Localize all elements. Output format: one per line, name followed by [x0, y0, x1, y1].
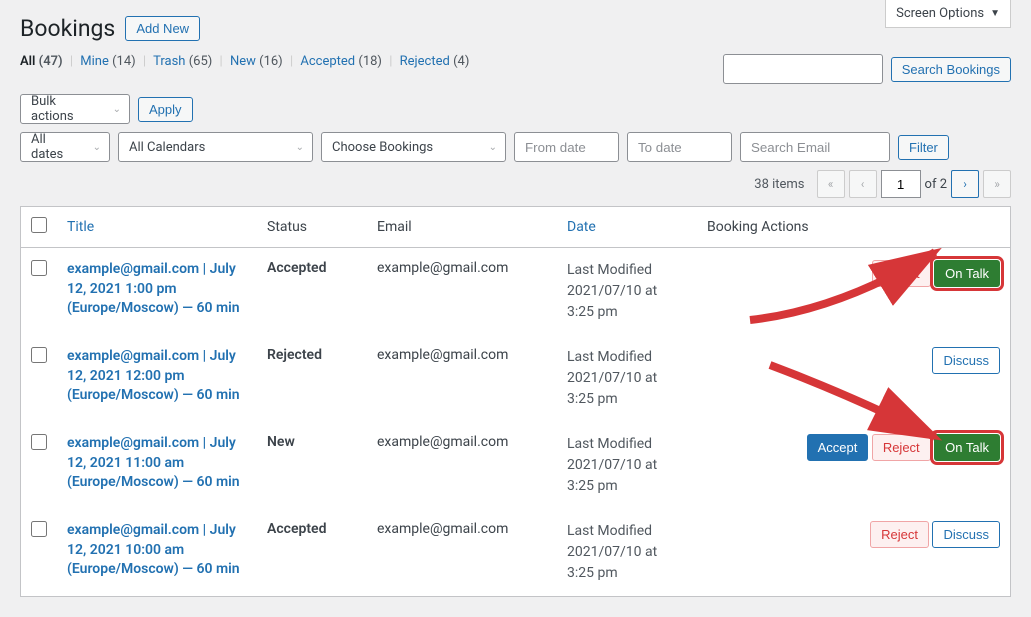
bookings-select[interactable]: Choose Bookings⌄	[321, 132, 506, 162]
status-cell: Accepted	[257, 509, 367, 596]
table-row: example@gmail.com | July 12, 2021 10:00 …	[21, 509, 1010, 596]
screen-options-label: Screen Options	[896, 6, 984, 21]
email-cell: example@gmail.com	[367, 422, 557, 509]
discuss-button[interactable]: Discuss	[932, 347, 1000, 374]
booking-title-link[interactable]: example@gmail.com | July 12, 2021 1:00 p…	[67, 260, 247, 319]
first-page-button[interactable]: «	[817, 170, 845, 198]
from-date-input[interactable]	[514, 132, 619, 162]
col-email: Email	[367, 207, 557, 248]
status-cell: New	[257, 422, 367, 509]
filter-trash[interactable]: Trash (65)	[153, 54, 212, 69]
booking-title-link[interactable]: example@gmail.com | July 12, 2021 12:00 …	[67, 347, 247, 406]
email-cell: example@gmail.com	[367, 335, 557, 422]
calendars-select[interactable]: All Calendars⌄	[118, 132, 313, 162]
booking-title-link[interactable]: example@gmail.com | July 12, 2021 10:00 …	[67, 521, 247, 580]
select-all-checkbox[interactable]	[31, 217, 47, 233]
bookings-table: Title Status Email Date Booking Actions …	[20, 206, 1011, 597]
actions-cell: Reject Discuss	[697, 509, 1010, 596]
email-cell: example@gmail.com	[367, 248, 557, 335]
discuss-button[interactable]: Discuss	[932, 521, 1000, 548]
col-status: Status	[257, 207, 367, 248]
add-new-button[interactable]: Add New	[125, 16, 200, 41]
date-cell: Last Modified2021/07/10 at 3:25 pm	[557, 422, 697, 509]
page-of-label: of 2	[925, 177, 947, 192]
row-checkbox[interactable]	[31, 521, 47, 537]
reject-button[interactable]: Reject	[870, 521, 929, 548]
row-checkbox[interactable]	[31, 347, 47, 363]
filter-new[interactable]: New (16)	[230, 54, 283, 69]
page-title: Bookings	[20, 15, 115, 42]
search-button[interactable]: Search Bookings	[891, 57, 1011, 82]
chevron-down-icon: ▼	[990, 8, 1000, 19]
actions-cell: Reject On Talk	[697, 248, 1010, 335]
filter-button[interactable]: Filter	[898, 135, 949, 160]
current-page-input[interactable]	[881, 170, 921, 198]
search-email-input[interactable]	[740, 132, 890, 162]
filter-accepted[interactable]: Accepted (18)	[300, 54, 382, 69]
prev-page-button[interactable]: ‹	[849, 170, 877, 198]
filter-all[interactable]: All (47)	[20, 54, 63, 69]
date-cell: Last Modified2021/07/10 at 3:25 pm	[557, 248, 697, 335]
table-row: example@gmail.com | July 12, 2021 12:00 …	[21, 335, 1010, 422]
date-cell: Last Modified2021/07/10 at 3:25 pm	[557, 335, 697, 422]
row-checkbox[interactable]	[31, 434, 47, 450]
email-cell: example@gmail.com	[367, 509, 557, 596]
apply-button[interactable]: Apply	[138, 97, 193, 122]
items-count: 38 items	[754, 177, 804, 192]
actions-cell: Accept Reject On Talk	[697, 422, 1010, 509]
accept-button[interactable]: Accept	[807, 434, 869, 461]
to-date-input[interactable]	[627, 132, 732, 162]
ontalk-button[interactable]: On Talk	[934, 260, 1000, 287]
chevron-down-icon: ⌄	[489, 142, 497, 153]
reject-button[interactable]: Reject	[872, 434, 931, 461]
chevron-down-icon: ⌄	[93, 142, 101, 153]
table-row: example@gmail.com | July 12, 2021 11:00 …	[21, 422, 1010, 509]
ontalk-button[interactable]: On Talk	[934, 434, 1000, 461]
pagination: 38 items « ‹ of 2 › »	[20, 170, 1011, 198]
reject-button[interactable]: Reject	[872, 260, 931, 287]
actions-cell: Discuss	[697, 335, 1010, 422]
search-input[interactable]	[723, 54, 883, 84]
table-row: example@gmail.com | July 12, 2021 1:00 p…	[21, 248, 1010, 335]
col-actions: Booking Actions	[697, 207, 1010, 248]
date-cell: Last Modified2021/07/10 at 3:25 pm	[557, 509, 697, 596]
next-page-button[interactable]: ›	[951, 170, 979, 198]
filter-rejected[interactable]: Rejected (4)	[400, 54, 470, 69]
dates-select[interactable]: All dates⌄	[20, 132, 110, 162]
filter-mine[interactable]: Mine (14)	[80, 54, 135, 69]
chevron-down-icon: ⌄	[296, 142, 304, 153]
status-cell: Rejected	[257, 335, 367, 422]
col-title[interactable]: Title	[67, 219, 94, 235]
status-filter-links: All (47) | Mine (14) | Trash (65) | New …	[20, 54, 469, 69]
booking-title-link[interactable]: example@gmail.com | July 12, 2021 11:00 …	[67, 434, 247, 493]
row-checkbox[interactable]	[31, 260, 47, 276]
bulk-actions-select[interactable]: Bulk actions⌄	[20, 94, 130, 124]
screen-options-toggle[interactable]: Screen Options ▼	[885, 0, 1011, 28]
chevron-down-icon: ⌄	[113, 104, 121, 115]
status-cell: Accepted	[257, 248, 367, 335]
last-page-button[interactable]: »	[983, 170, 1011, 198]
col-date[interactable]: Date	[567, 219, 596, 235]
